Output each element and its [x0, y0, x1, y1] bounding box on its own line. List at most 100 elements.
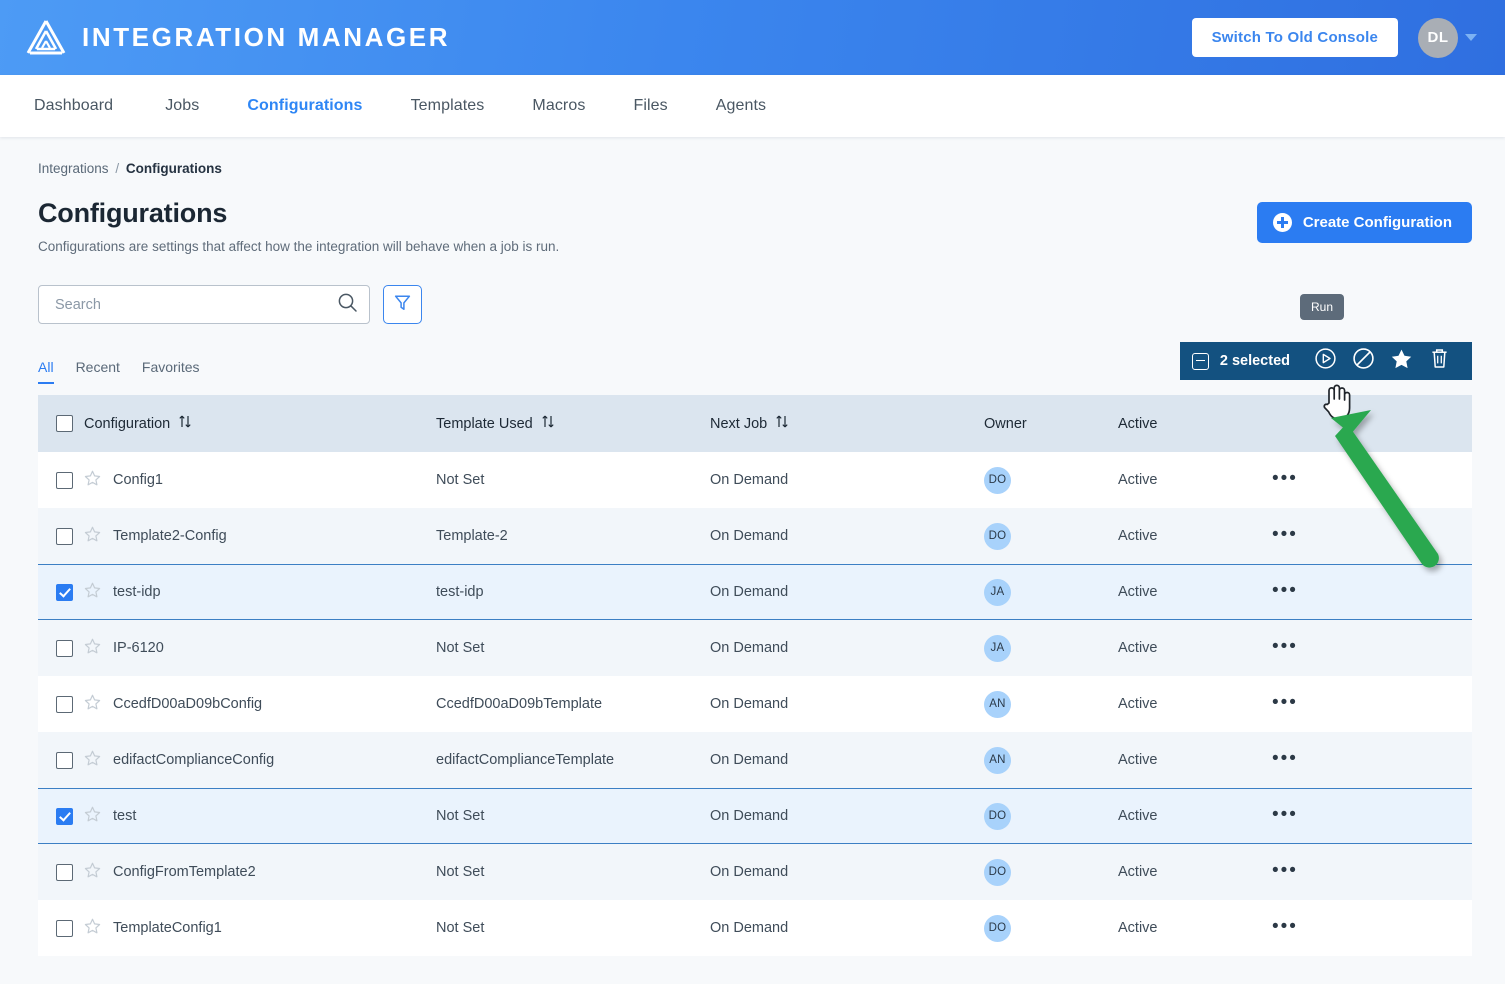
cell-configuration[interactable]: IP-6120	[84, 638, 436, 659]
tab-all[interactable]: All	[38, 359, 54, 384]
table-row[interactable]: Template2-Config Template-2 On Demand DO Act…	[38, 508, 1472, 564]
search-input[interactable]	[55, 296, 337, 313]
bulk-favorite-button[interactable]	[1382, 342, 1420, 380]
cell-configuration[interactable]: Config1	[84, 470, 436, 491]
table-row[interactable]: TemplateConfig1 Not Set On Demand DO Active •…	[38, 900, 1472, 956]
row-checkbox[interactable]	[56, 527, 73, 545]
row-checkbox[interactable]	[56, 471, 73, 489]
row-checkbox[interactable]	[56, 751, 73, 769]
user-menu[interactable]: DL	[1418, 17, 1477, 58]
table-row[interactable]: edifactComplianceConfig edifactCompliance…	[38, 732, 1472, 788]
cell-configuration[interactable]: Template2-Config	[84, 526, 436, 547]
switch-to-old-console-button[interactable]: Switch To Old Console	[1191, 18, 1398, 57]
minus-square-icon[interactable]	[1191, 352, 1209, 370]
row-checkbox[interactable]	[56, 863, 73, 881]
row-more-menu-button[interactable]: •••	[1272, 916, 1298, 937]
breadcrumb-root[interactable]: Integrations	[38, 161, 109, 176]
cell-configuration[interactable]: test	[84, 806, 436, 827]
configuration-name[interactable]: test-idp	[113, 584, 161, 600]
table-row[interactable]: test-idp test-idp On Demand JA Active •••	[38, 564, 1472, 620]
nav-item-configurations[interactable]: Configurations	[223, 97, 386, 115]
favorite-star-icon[interactable]	[84, 806, 101, 827]
column-header-next-job[interactable]: Next Job	[710, 414, 984, 433]
select-all-checkbox[interactable]	[56, 415, 73, 432]
table-row[interactable]: CcedfD00aD09bConfig CcedfD00aD09bTemplate…	[38, 676, 1472, 732]
nav-item-macros[interactable]: Macros	[508, 97, 609, 115]
column-header-active: Active	[1118, 415, 1158, 432]
row-more-menu-button[interactable]: •••	[1272, 860, 1298, 881]
column-header-configuration[interactable]: Configuration	[84, 414, 436, 433]
configuration-name[interactable]: ConfigFromTemplate2	[113, 864, 256, 880]
configuration-name[interactable]: test	[113, 808, 136, 824]
row-more-menu-button[interactable]: •••	[1272, 804, 1298, 825]
row-more-menu-button[interactable]: •••	[1272, 468, 1298, 489]
column-header-owner: Owner	[984, 415, 1027, 432]
row-checkbox[interactable]	[56, 695, 73, 713]
cell-configuration[interactable]: ConfigFromTemplate2	[84, 862, 436, 883]
configuration-name[interactable]: IP-6120	[113, 640, 164, 656]
selected-count-label: 2 selected	[1219, 353, 1290, 369]
bulk-run-button[interactable]	[1306, 342, 1344, 380]
favorite-star-icon[interactable]	[84, 918, 101, 939]
cell-next-job: On Demand	[710, 640, 789, 656]
search-icon[interactable]	[337, 292, 358, 318]
nav-item-dashboard[interactable]: Dashboard	[34, 97, 141, 115]
row-checkbox[interactable]	[56, 807, 73, 825]
configuration-name[interactable]: CcedfD00aD09bConfig	[113, 696, 262, 712]
favorite-star-icon[interactable]	[84, 862, 101, 883]
row-more-menu-button[interactable]: •••	[1272, 692, 1298, 713]
table-row[interactable]: Config1 Not Set On Demand DO Active •••	[38, 452, 1472, 508]
cell-template-used: Not Set	[436, 472, 485, 488]
nav-item-agents[interactable]: Agents	[692, 97, 790, 115]
tab-recent[interactable]: Recent	[76, 359, 120, 384]
favorite-star-icon[interactable]	[84, 582, 101, 603]
row-more-menu-button[interactable]: •••	[1272, 636, 1298, 657]
tab-favorites[interactable]: Favorites	[142, 359, 200, 384]
main-navigation: Dashboard Jobs Configurations Templates …	[0, 75, 1505, 137]
column-header-template-used[interactable]: Template Used	[436, 414, 710, 433]
favorite-star-icon[interactable]	[84, 750, 101, 771]
cell-configuration[interactable]: edifactComplianceConfig	[84, 750, 436, 771]
favorite-star-icon[interactable]	[84, 694, 101, 715]
configuration-name[interactable]: Template2-Config	[113, 528, 227, 544]
nav-item-templates[interactable]: Templates	[387, 97, 509, 115]
cell-configuration[interactable]: test-idp	[84, 582, 436, 603]
chevron-down-icon[interactable]	[1465, 34, 1477, 41]
nav-item-files[interactable]: Files	[609, 97, 691, 115]
bulk-delete-button[interactable]	[1420, 342, 1458, 380]
table-row[interactable]: ConfigFromTemplate2 Not Set On Demand DO Act…	[38, 844, 1472, 900]
create-configuration-button[interactable]: Create Configuration	[1256, 202, 1472, 243]
favorite-star-icon[interactable]	[84, 470, 101, 491]
favorite-star-icon[interactable]	[84, 526, 101, 547]
avatar[interactable]: DL	[1418, 17, 1458, 58]
row-more-menu-button[interactable]: •••	[1272, 524, 1298, 545]
favorite-star-icon[interactable]	[84, 638, 101, 659]
cell-next-job: On Demand	[710, 528, 789, 544]
configuration-name[interactable]: edifactComplianceConfig	[113, 752, 274, 768]
sort-updown-icon[interactable]	[541, 414, 555, 433]
row-more-menu-button[interactable]: •••	[1272, 580, 1298, 601]
sort-updown-icon[interactable]	[178, 414, 192, 433]
search-box[interactable]	[38, 285, 370, 324]
row-select-cell	[38, 527, 84, 545]
row-more-menu-button[interactable]: •••	[1272, 748, 1298, 769]
row-checkbox[interactable]	[56, 919, 73, 937]
cell-next-job: On Demand	[710, 864, 789, 880]
bulk-disable-button[interactable]	[1344, 342, 1382, 380]
cell-configuration[interactable]: TemplateConfig1	[84, 918, 436, 939]
filter-button[interactable]	[383, 285, 422, 324]
row-select-cell	[38, 807, 84, 825]
row-checkbox[interactable]	[56, 639, 73, 657]
header-actions: Switch To Old Console DL	[1191, 17, 1477, 58]
table-row[interactable]: test Not Set On Demand DO Active •••	[38, 788, 1472, 844]
row-checkbox[interactable]	[56, 583, 73, 601]
column-header-configuration-label: Configuration	[84, 415, 171, 432]
sort-updown-icon[interactable]	[775, 414, 789, 433]
row-select-cell	[38, 919, 84, 937]
nav-item-jobs[interactable]: Jobs	[141, 97, 223, 115]
cell-configuration[interactable]: CcedfD00aD09bConfig	[84, 694, 436, 715]
cell-row-actions: •••	[1272, 468, 1472, 489]
table-row[interactable]: IP-6120 Not Set On Demand JA Active •••	[38, 620, 1472, 676]
configuration-name[interactable]: Config1	[113, 472, 163, 488]
configuration-name[interactable]: TemplateConfig1	[113, 920, 222, 936]
